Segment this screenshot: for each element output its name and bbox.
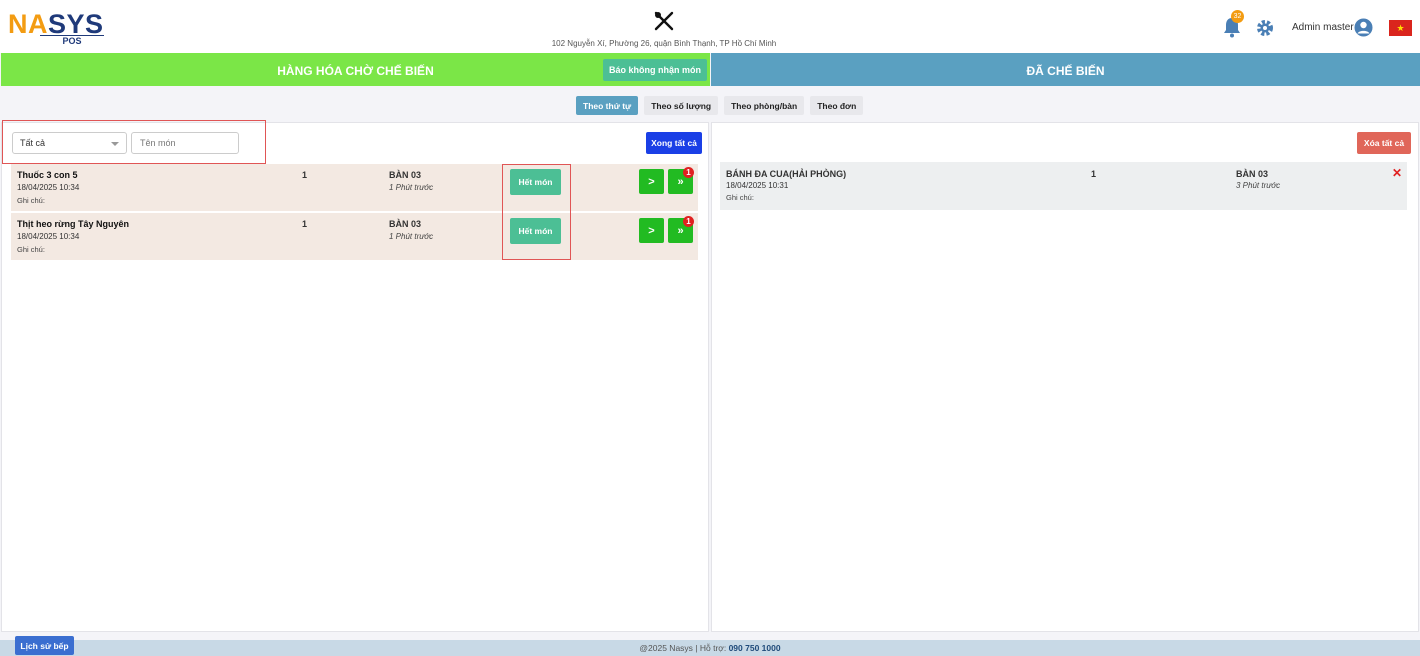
chevron-down-icon <box>111 142 119 146</box>
item-name: Thuốc 3 con 5 <box>17 170 78 180</box>
item-elapsed: 1 Phút trước <box>389 183 434 192</box>
notification-badge: 32 <box>1231 10 1244 23</box>
item-count-badge: 1 <box>683 167 694 178</box>
item-time: 18/04/2025 10:31 <box>726 181 789 190</box>
item-quantity: 1 <box>302 170 308 180</box>
item-time: 18/04/2025 10:34 <box>17 183 80 192</box>
tab-by-quantity[interactable]: Theo số lượng <box>644 96 719 115</box>
store-address: 102 Nguyễn Xí, Phường 26, quận Bình Thạn… <box>551 39 777 48</box>
store-info: 102 Nguyễn Xí, Phường 26, quận Bình Thạn… <box>530 10 798 48</box>
item-quantity: 1 <box>302 219 308 229</box>
tab-by-bill[interactable]: Theo đơn <box>810 96 864 115</box>
item-quantity: 1 <box>1091 169 1097 179</box>
item-note: Ghi chú: <box>726 193 754 202</box>
item-name: BÁNH ĐA CUA(HẢI PHÒNG) <box>726 169 847 179</box>
user-name[interactable]: Admin master <box>1292 22 1354 33</box>
gear-icon[interactable] <box>1256 19 1274 37</box>
next-step-button[interactable]: > <box>639 218 664 243</box>
dish-search-input[interactable] <box>131 132 239 154</box>
item-note: Ghi chú: <box>17 196 45 205</box>
item-name: Thịt heo rừng Tây Nguyên <box>17 219 130 229</box>
pending-panel: Tất cả Xong tất cả Thuốc 3 con 5 18/04/2… <box>1 120 709 632</box>
clear-all-button[interactable]: Xóa tất cả <box>1357 132 1411 154</box>
kitchen-history-button[interactable]: Lịch sử bếp <box>15 636 74 655</box>
processed-panel: Xóa tất cả BÁNH ĐA CUA(HẢI PHÒNG) 18/04/… <box>711 122 1419 632</box>
close-icon[interactable]: ✕ <box>1392 166 1402 180</box>
app-footer: @2025 Nasys | Hỗ trợ: 090 750 1000 <box>0 640 1420 656</box>
out-of-stock-highlight <box>502 164 571 260</box>
nasys-logo[interactable]: NASYS POS <box>8 9 108 46</box>
support-phone[interactable]: 090 750 1000 <box>729 643 781 653</box>
complete-all-button[interactable]: Xong tất cả <box>646 132 702 154</box>
utensils-icon <box>654 11 674 31</box>
category-select[interactable]: Tất cả <box>12 132 127 154</box>
item-elapsed: 1 Phút trước <box>389 232 434 241</box>
item-table: BÀN 03 <box>1236 169 1269 179</box>
tab-by-order[interactable]: Theo thứ tự <box>576 96 639 115</box>
item-note: Ghi chú: <box>17 245 45 254</box>
pending-banner: HÀNG HÓA CHỜ CHẾ BIẾN Báo không nhận món <box>1 53 710 86</box>
sort-tabs: Theo thứ tự Theo số lượng Theo phòng/bàn… <box>576 96 864 115</box>
processed-title: ĐÃ CHẾ BIẾN <box>1026 64 1105 78</box>
vietnam-flag-icon[interactable]: ★ <box>1389 20 1412 36</box>
item-table: BÀN 03 <box>389 170 422 180</box>
app-header: NASYS POS 102 Nguyễn Xí, Phường 26, quận… <box>0 0 1420 53</box>
logo-text: NASYS <box>8 9 104 39</box>
tab-by-room-table[interactable]: Theo phòng/bàn <box>724 96 805 115</box>
processed-item-row: BÁNH ĐA CUA(HẢI PHÒNG) 18/04/2025 10:31 … <box>720 162 1407 210</box>
processed-banner: ĐÃ CHẾ BIẾN <box>711 53 1420 86</box>
item-time: 18/04/2025 10:34 <box>17 232 80 241</box>
item-table: BÀN 03 <box>389 219 422 229</box>
logo-subtitle: POS <box>40 35 104 46</box>
next-step-button[interactable]: > <box>639 169 664 194</box>
pending-item-row: Thuốc 3 con 5 18/04/2025 10:34 Ghi chú: … <box>11 164 698 211</box>
user-avatar-icon[interactable] <box>1354 18 1373 37</box>
pending-item-row: Thịt heo rừng Tây Nguyên 18/04/2025 10:3… <box>11 213 698 260</box>
item-elapsed: 3 Phút trước <box>1236 181 1281 190</box>
report-not-accepted-button[interactable]: Báo không nhận món <box>603 59 707 81</box>
item-count-badge: 1 <box>683 216 694 227</box>
footer-text: @2025 Nasys | Hỗ trợ: 090 750 1000 <box>639 643 781 653</box>
